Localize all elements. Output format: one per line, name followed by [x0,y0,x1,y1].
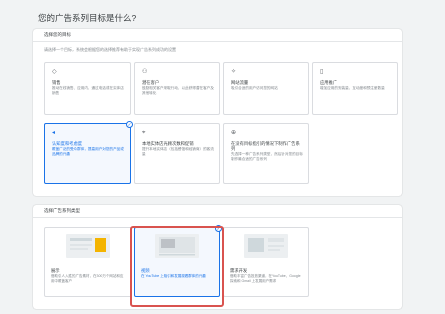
goal-card: 选择您的目标 请选择一个目标，系统会根据您的选择推荐有助于实现广告系列成功的设置… [33,29,402,196]
type-tile-demand-gen[interactable]: 需求开发 借助丰富广告投放渠道，在YouTube、Google 探索和 Gmai… [223,227,309,297]
type-tile-desc: 借助引人入胜的广告素材，在300万个网站和应用中覆盖客户 [51,274,124,283]
goal-tile-website-traffic[interactable]: ✧ 网站流量 吸引合适的用户访问您的网站 [223,62,309,115]
goal-tile-desc: 先选择一种广告系列类型，然后针对您的目标制作最合适的广告系列 [231,152,303,161]
type-section-header: 选择广告系列类型 [33,205,402,218]
goal-tile-desc: 推动在线销售、应用内、通过电话或在实体店销售 [52,86,124,95]
selection-highlight-box [130,226,224,307]
goal-tile-desc: 提升本地实体店（包括餐馆和经销商）的客流量 [142,147,214,156]
goal-tile-desc: 增加应用的安装量、互动度和预注册数量 [320,86,385,90]
goal-tile-name: 在没有目标指引的情况下制作广告系列 [231,141,300,151]
type-tile-display[interactable]: 展示 借助引人入胜的广告素材，在300万个网站和应用中覆盖客户 [44,227,132,297]
goal-tile-app-promotion[interactable]: ▯ 应用推广 增加应用的安装量、互动度和预注册数量 [312,62,398,115]
plus-circle-icon: ⊕ [231,130,237,136]
phone-icon: ▯ [320,69,324,75]
page-title: 您的广告系列目标是什么? [38,13,137,23]
goal-tile-leads[interactable]: ⚇ 潜在客户 鼓励相关客户采取行动，以此获得潜在客户及其他转化 [134,62,220,115]
cursor-icon: ✧ [231,69,237,75]
goal-section-subtitle: 请选择一个目标，系统会根据您的选择推荐有助于实现广告系列成功的设置 [44,47,176,52]
demand-gen-illustration [244,234,288,258]
goal-tile-desc: 吸引合适的用户访问您的网站 [231,86,278,90]
goal-tile-desc: 覆盖广泛的受众群体，提高用户对您的产品或品牌的兴趣 [52,147,124,156]
megaphone-icon: ◂ [52,130,56,136]
tag-icon: ◇ [52,69,57,75]
goal-tile-desc: 鼓励相关客户采取行动，以此获得潜在客户及其他转化 [142,86,214,95]
goal-tile-local-store[interactable]: ⌖ 本地实体店光顾次数和促销 提升本地实体店（包括餐馆和经销商）的客流量 [134,123,220,184]
type-tile-desc: 借助丰富广告投放渠道，在YouTube、Google 探索和 Gmail 上发展… [230,274,301,283]
goal-tile-awareness[interactable]: ◂ 认知度和考虑度 覆盖广泛的受众群体，提高用户对您的产品或品牌的兴趣 ✓ [44,121,133,184]
checkmark-icon: ✓ [126,121,133,128]
goal-tile-sales[interactable]: ◇ 销售 推动在线销售、应用内、通过电话或在实体店销售 [44,62,131,115]
people-icon: ⚇ [142,69,148,75]
goal-section-header: 选择您的目标 [33,29,402,42]
display-illustration [66,234,110,258]
location-pin-icon: ⌖ [142,130,146,136]
goal-tile-no-goal[interactable]: ⊕ 在没有目标指引的情况下制作广告系列 先选择一种广告系列类型，然后针对您的目标… [223,123,309,184]
